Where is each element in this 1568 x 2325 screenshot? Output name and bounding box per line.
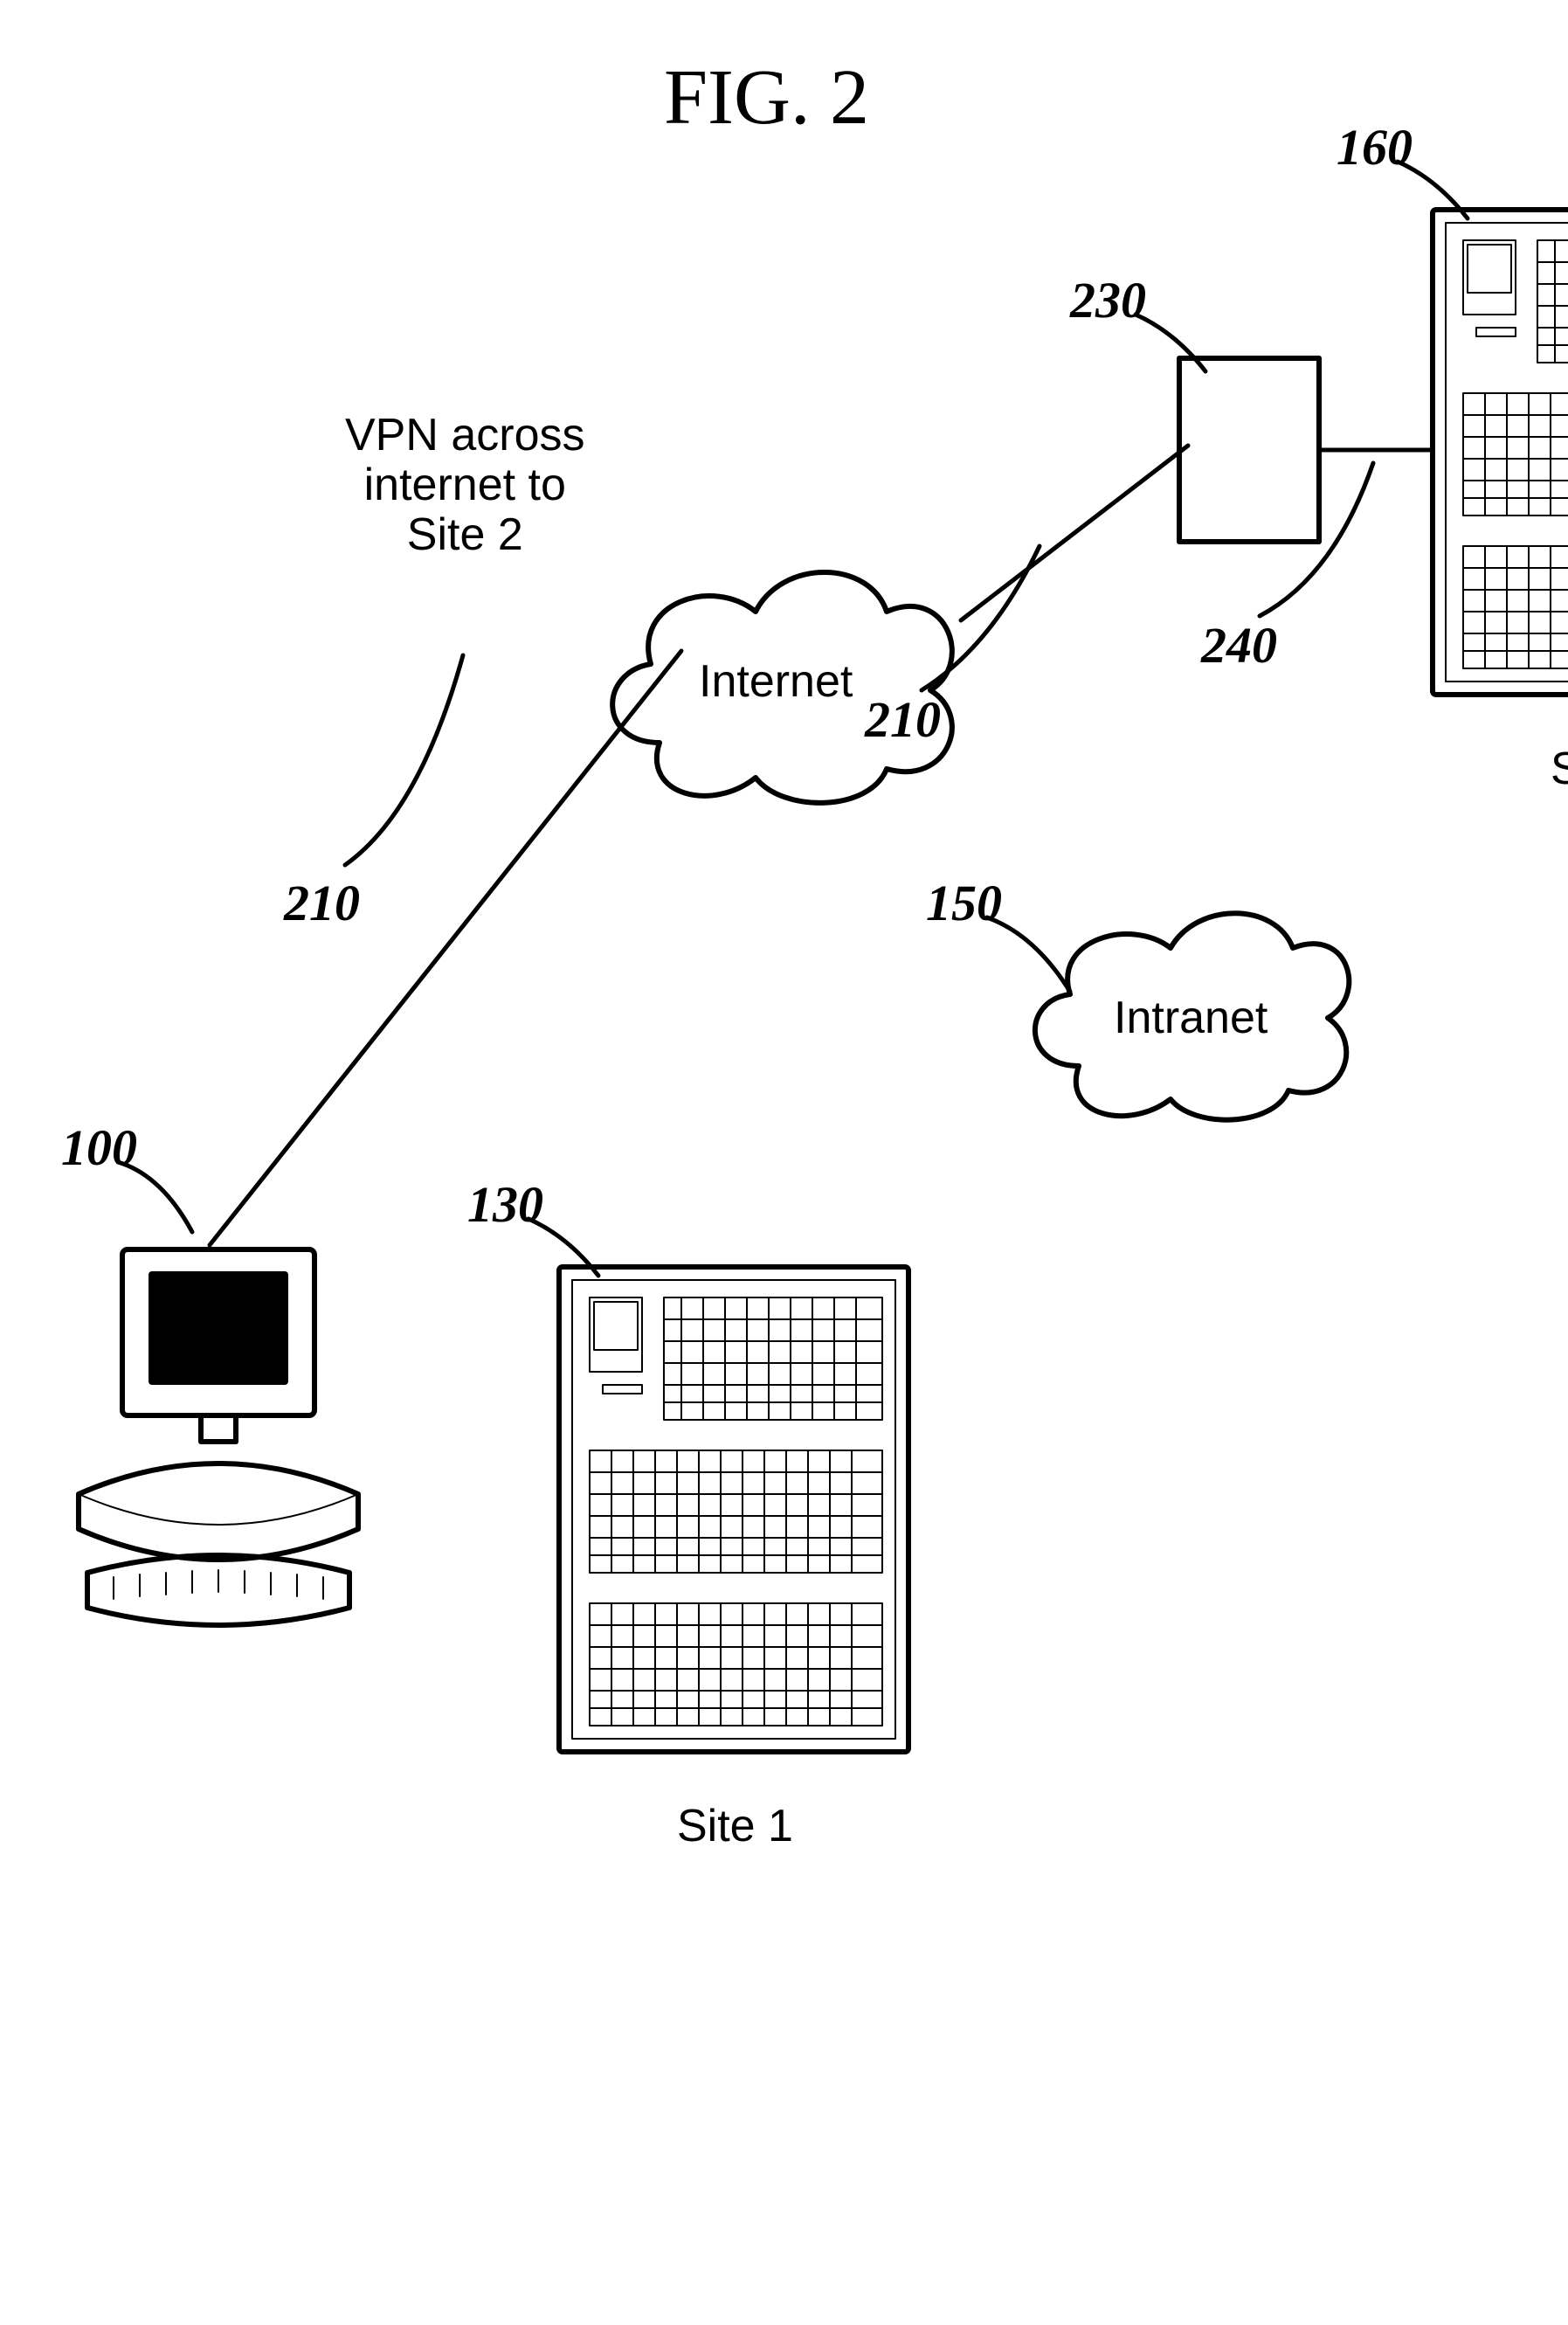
vpn-ref-left-leader	[332, 638, 472, 900]
vpn-ref-right-leader	[913, 533, 1053, 708]
vpn-text: VPN across internet to Site 2	[345, 411, 585, 561]
intranet-label: Intranet	[1114, 992, 1268, 1044]
server2-site-label: Site 2	[1551, 743, 1568, 795]
box-ref-label: 230	[1070, 271, 1146, 329]
intranet-ref-label: 150	[926, 874, 1002, 932]
client-ref-label: 100	[61, 1118, 137, 1177]
internet-label: Internet	[699, 655, 853, 708]
vpn-ref-right-label: 210	[865, 690, 941, 749]
link2-ref-label: 240	[1201, 616, 1277, 675]
link-box-to-server2	[1319, 446, 1433, 454]
figure-title: FIG. 2	[664, 52, 869, 142]
vpn-ref-left-label: 210	[284, 874, 360, 932]
diagram-canvas: FIG. 2 100 VPN across internet to Site 2	[0, 0, 1568, 2325]
server2-icon	[1424, 201, 1568, 708]
link2-ref-leader	[1251, 454, 1382, 629]
server1-icon	[550, 1258, 917, 1765]
server1-ref-label: 130	[467, 1175, 543, 1234]
server1-site-label: Site 1	[677, 1800, 793, 1852]
client-workstation-icon	[61, 1223, 358, 1660]
server2-ref-label: 160	[1337, 118, 1413, 176]
